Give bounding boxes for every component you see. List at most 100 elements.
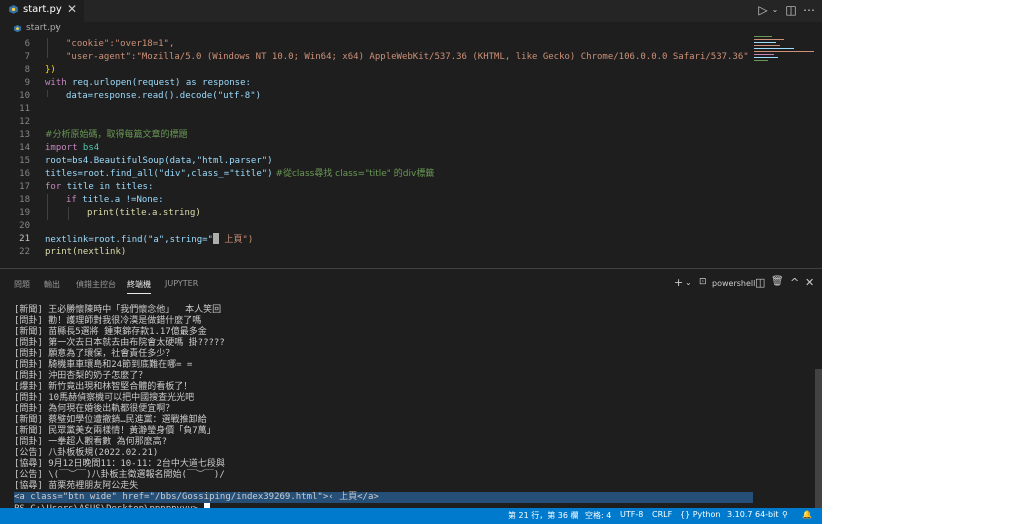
tab-output[interactable]: 輸出 — [44, 279, 60, 290]
code-line: 19 print(title.a.string) — [0, 207, 748, 220]
bottom-panel: 問題 輸出 偵錯主控台 終端機 JUPYTER + ⌄ ⊡ powershell… — [0, 268, 822, 514]
code-editor[interactable]: 6 "cookie":"over18=1", 7 "user-agent":"M… — [0, 38, 748, 267]
minimap-line — [754, 36, 772, 37]
tab-terminal[interactable]: 終端機 — [127, 279, 151, 290]
indentation[interactable]: 空格: 4 — [585, 510, 611, 521]
notifications-icon[interactable]: 🔔 — [802, 510, 812, 519]
line-number: 7 — [24, 52, 30, 62]
split-terminal-icon[interactable]: ◫ — [755, 276, 765, 289]
code-line: 12 — [0, 116, 748, 129]
terminal-scrollbar[interactable] — [815, 369, 822, 509]
close-tab-icon[interactable]: ✕ — [67, 2, 77, 16]
terminal-line: [問卦] 願意為了環保，社會責任多少？ — [14, 349, 175, 359]
code-text: data=response.read().decode("utf-8") — [66, 91, 262, 101]
terminal-line: [協尋] 苗栗苑裡朋友阿公走失 — [14, 481, 139, 491]
code-text: if title.a !=None: — [66, 195, 164, 205]
code-text: print(title.a.string) — [87, 208, 201, 218]
code-text: nextlink=root.find("a",string=" 上頁") — [45, 233, 254, 245]
terminal-line: [問卦] 第一次去日本就去由布院會太硬嗎 掛????? — [14, 338, 225, 348]
code-comment: #分析原始碼，取得每篇文章的標題 — [45, 130, 188, 140]
tab-debug-console[interactable]: 偵錯主控台 — [76, 279, 116, 290]
minimap-line — [754, 60, 768, 61]
code-line: 13 #分析原始碼，取得每篇文章的標題 — [0, 129, 748, 142]
code-line: 11 — [0, 103, 748, 116]
more-actions-icon[interactable]: ⋯ — [802, 3, 816, 17]
code-line: 17 for title in titles: — [0, 181, 748, 194]
minimap-line — [754, 48, 794, 49]
status-bar: 第 21 行，第 36 欄 空格: 4 UTF-8 CRLF {} Python… — [0, 508, 822, 524]
line-number: 17 — [19, 182, 30, 192]
cursor-position[interactable]: 第 21 行，第 36 欄 — [508, 510, 579, 521]
line-number: 6 — [24, 39, 30, 49]
terminal-line: [新聞] 民眾黨美女兩樣情！黃瀞瑩身價「負7萬」 — [14, 426, 216, 436]
minimap-line — [754, 42, 776, 43]
code-text: print(nextlink) — [45, 247, 127, 257]
python-file-icon — [13, 25, 22, 33]
tab-problems[interactable]: 問題 — [14, 279, 30, 290]
vscode-window: start.py ✕ ▷ ⌄ ◫ ⋯ start.py › 6 "cookie"… — [0, 0, 822, 524]
code-line: 18 if title.a !=None: — [0, 194, 748, 207]
code-text: "cookie":"over18=1", — [66, 39, 175, 49]
code-line-current: 21 nextlink=root.find("a",string=" 上頁") — [0, 233, 748, 246]
close-panel-icon[interactable]: ✕ — [805, 276, 814, 289]
code-line: 22 print(nextlink) — [0, 246, 748, 259]
powershell-icon: ⊡ — [699, 277, 707, 287]
code-line: 14 import bs4 — [0, 142, 748, 155]
split-editor-icon[interactable]: ◫ — [784, 3, 798, 17]
line-ending[interactable]: CRLF — [652, 510, 672, 519]
terminal-line: [問卦] 一拳超人觀看數 為何那麼高? — [14, 437, 168, 447]
line-number: 14 — [19, 143, 30, 153]
terminal-line: [公告] 八卦板板規(2022.02.21) — [14, 448, 159, 458]
code-text: import bs4 — [45, 143, 100, 153]
run-dropdown-icon[interactable]: ⌄ — [768, 3, 782, 17]
minimap-line — [754, 39, 784, 40]
terminal-shell-label[interactable]: powershell — [712, 279, 755, 288]
new-terminal-icon[interactable]: + — [674, 276, 683, 289]
terminal-selected-line: <a class="btn wide" href="/bbs/Gossiping… — [14, 492, 753, 503]
code-text: "user-agent":"Mozilla/5.0 (Windows NT 10… — [66, 52, 748, 62]
terminal-dropdown-icon[interactable]: ⌄ — [685, 278, 692, 287]
line-number: 13 — [19, 130, 30, 140]
line-number: 11 — [19, 104, 30, 114]
terminal-line: [新聞] 蔡璧如學位遭撤銷…民進黨：選戰推卸給 — [14, 415, 207, 425]
maximize-panel-icon[interactable]: ^ — [790, 276, 799, 289]
encoding[interactable]: UTF-8 — [620, 510, 643, 519]
code-line: 20 — [0, 220, 748, 233]
breadcrumb: start.py › — [0, 22, 822, 38]
line-number: 8 — [24, 65, 30, 75]
terminal-line: [爆卦] 新竹竟出現和林智堅合體的看板了！ — [14, 382, 193, 392]
line-number: 20 — [19, 221, 30, 231]
feedback-icon[interactable]: ⚲ — [782, 510, 788, 519]
code-line: 16 titles=root.find_all("div",class_="ti… — [0, 168, 748, 181]
language-label: Python — [692, 510, 721, 519]
terminal-line: [新聞] 苗縣長5選將 鍾東錦存款1.17億最多金 — [14, 327, 207, 337]
trash-icon[interactable]: 🗑 — [771, 276, 784, 287]
line-number: 22 — [19, 247, 30, 257]
tab-start-py[interactable]: start.py ✕ — [0, 0, 84, 22]
code-text: root=bs4.BeautifulSoup(data,"html.parser… — [45, 156, 273, 166]
terminal-line: [協尋] 9月12日晚間11：10-11：2台中大道七段與 — [14, 459, 225, 469]
minimap[interactable] — [748, 22, 822, 267]
code-line: 7 "user-agent":"Mozilla/5.0 (Windows NT … — [0, 51, 748, 64]
minimap-line — [754, 57, 778, 58]
active-tab-indicator — [127, 293, 151, 294]
code-line: 8 }) — [0, 64, 748, 77]
tab-jupyter[interactable]: JUPYTER — [165, 279, 198, 288]
code-text: }) — [45, 65, 56, 75]
tab-label: start.py — [23, 4, 62, 15]
line-number: 16 — [19, 169, 30, 179]
terminal-line: [問卦] 10馬赫偵察機可以把中國搜查光光吧 — [14, 393, 195, 403]
minimap-line — [754, 45, 780, 46]
language-mode[interactable]: {} Python — [680, 510, 720, 519]
line-number: 21 — [19, 234, 30, 244]
terminal-line: [問卦] 為何現在婚後出軌都很便宜啊？ — [14, 404, 175, 414]
line-number: 9 — [24, 78, 30, 88]
terminal-output[interactable]: [新聞] 王必勝懷陳時中「我們懷念他」 本人笑回 [問卦] 勸！護理師對我很冷漠… — [14, 305, 759, 514]
terminal-line: [公告] \(￣︶￣)八卦板主徵選報名開始(￣︶￣)/ — [14, 470, 225, 480]
python-interpreter[interactable]: 3.10.7 64-bit — [727, 510, 779, 519]
code-line: 6 "cookie":"over18=1", — [0, 38, 748, 51]
code-line: 9 with req.urlopen(request) as response: — [0, 77, 748, 90]
code-line: 15 root=bs4.BeautifulSoup(data,"html.par… — [0, 155, 748, 168]
breadcrumb-separator: › — [55, 22, 59, 32]
line-number: 10 — [19, 91, 30, 101]
